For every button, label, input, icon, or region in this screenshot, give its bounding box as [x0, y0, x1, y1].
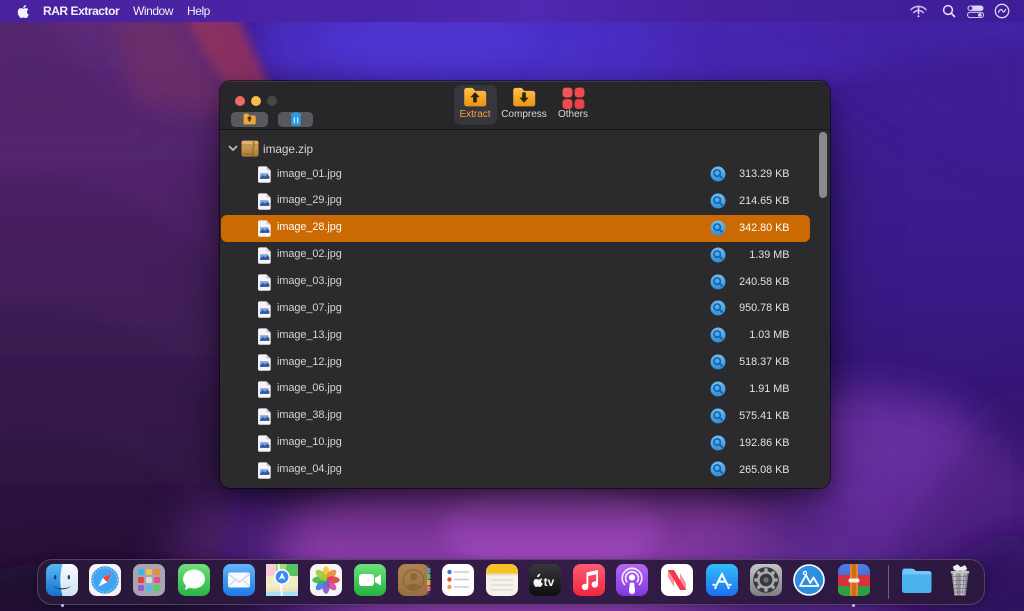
svg-text:tv: tv [544, 575, 555, 589]
